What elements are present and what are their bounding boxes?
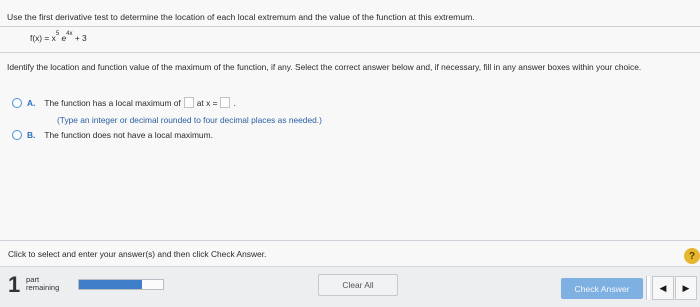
question-panel: Use the first derivative test to determi… — [0, 0, 700, 266]
local-max-value-input[interactable] — [183, 97, 194, 108]
progress-fill — [79, 280, 142, 289]
option-b-text: The function does not have a local maxim… — [44, 130, 213, 140]
instruction-text: Use the first derivative test to determi… — [7, 12, 475, 22]
remaining-label: remaining — [26, 283, 60, 292]
function-exponent-2: 4x — [66, 31, 73, 38]
option-b-letter: B. — [27, 130, 36, 140]
next-arrow-icon[interactable]: ▶ — [675, 276, 697, 300]
option-b-radio[interactable] — [12, 130, 22, 140]
option-a-text-after: . — [233, 97, 236, 108]
option-a-text-before: The function has a local maximum of — [44, 97, 181, 108]
question-prompt: Identify the location and function value… — [7, 62, 642, 72]
option-a-hint: (Type an integer or decimal rounded to f… — [57, 115, 322, 125]
function-tail: + 3 — [74, 33, 87, 43]
option-b[interactable]: B. The function does not have a local ma… — [12, 130, 213, 140]
parts-remaining-label: part remaining — [26, 276, 59, 292]
function-expression: f(x) = x5 e4x + 3 — [30, 31, 87, 43]
option-a-radio[interactable] — [12, 97, 22, 108]
help-icon[interactable]: ? — [684, 248, 700, 264]
divider — [0, 52, 700, 53]
option-a-text-middle: at x = — [196, 97, 218, 108]
function-lhs: f(x) = x — [30, 33, 56, 43]
option-a[interactable]: A. The function has a local maximum of a… — [12, 97, 236, 108]
previous-arrow-icon[interactable]: ◀ — [652, 276, 674, 300]
x-location-input[interactable] — [220, 97, 231, 108]
footer-message: Click to select and enter your answer(s)… — [8, 249, 267, 259]
divider — [0, 26, 700, 27]
nav-separator — [646, 276, 650, 300]
function-exponent-1: 5 — [55, 31, 60, 38]
option-a-letter: A. — [27, 97, 36, 108]
clear-all-button[interactable]: Clear All — [318, 274, 398, 296]
check-answer-button[interactable]: Check Answer — [561, 278, 643, 299]
divider — [0, 240, 700, 241]
progress-bar — [78, 279, 164, 290]
parts-remaining-count: 1 — [8, 272, 21, 297]
